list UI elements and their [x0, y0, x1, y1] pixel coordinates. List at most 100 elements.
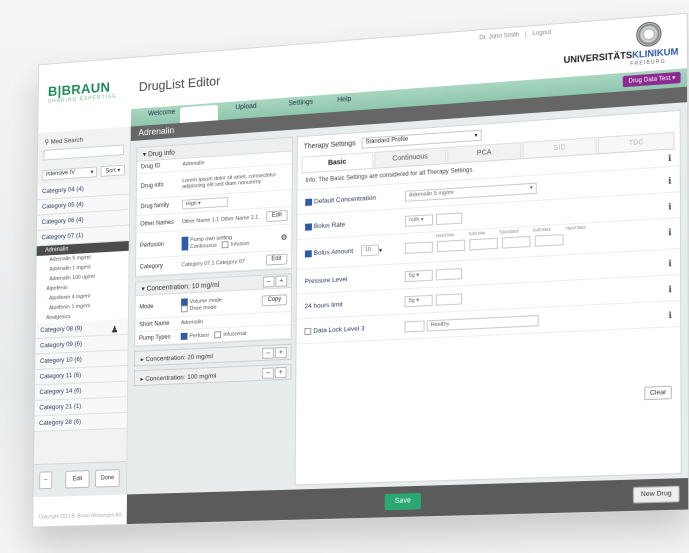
drug-family-select[interactable]: High ▾ [181, 196, 228, 210]
limit-input[interactable] [435, 292, 463, 306]
chevron-down-icon: ▾ [474, 132, 478, 139]
plus-icon[interactable]: + [275, 275, 288, 287]
chevron-down-icon: ▾ [142, 151, 147, 159]
category-label: Category 08 (9) [40, 325, 83, 334]
checkbox-checked[interactable] [305, 222, 312, 231]
drug-info-title: Drug info [147, 149, 175, 159]
new-drug-button[interactable]: New Drug [632, 485, 680, 504]
field-label: Drug family [140, 202, 170, 211]
option-label: Infusomat [223, 330, 247, 338]
soft-max-input[interactable] [501, 235, 531, 249]
minus-icon[interactable]: – [262, 347, 275, 359]
checkbox-checked[interactable] [304, 250, 312, 258]
therapy-settings-panel: Therapy Settings Standard Profile ▾ Basic… [294, 109, 682, 486]
col-header: Hard Max [565, 224, 586, 231]
edit-button[interactable]: Edit [65, 470, 90, 489]
gear-icon[interactable]: ⚙ [280, 233, 287, 242]
field-label: Drug info [140, 181, 164, 190]
chevron-down-icon: ▾ [529, 184, 533, 191]
hard-min-input[interactable] [404, 241, 433, 255]
list-select[interactable]: Intensive IV ▾ [42, 166, 98, 181]
lock-code-input[interactable] [404, 319, 425, 332]
therapy-label: Therapy Settings [303, 139, 356, 151]
pump-options: Perfusor Infusomat [180, 328, 287, 340]
soft-min-input[interactable] [436, 239, 466, 253]
separator: | [525, 31, 527, 38]
app-title: DrugList Editor [138, 73, 221, 95]
user-name[interactable]: Dr. John Smith [479, 32, 519, 41]
minus-icon[interactable]: – [262, 276, 275, 288]
edit-category-button[interactable]: Edit [265, 253, 288, 266]
university-city: FREIBURG [630, 58, 666, 68]
done-button[interactable]: Done [95, 469, 120, 488]
bolus-amount-input[interactable]: 10 [360, 244, 379, 257]
drug-family-value: High [185, 200, 197, 208]
edit-names-button[interactable]: Edit [265, 209, 288, 223]
checkbox-checked[interactable] [180, 332, 188, 340]
category-item[interactable]: Category 28 (6) [34, 412, 127, 433]
remove-button[interactable]: – [39, 471, 53, 490]
checkbox-unchecked[interactable] [214, 331, 222, 339]
field-label: Other Names [140, 219, 174, 228]
col-header: Standard [499, 228, 519, 235]
app-window: B|BRAUN SHARING EXPERTISE DrugList Edito… [32, 12, 689, 528]
chevron-right-icon: ▸ [140, 356, 144, 364]
clear-button[interactable]: Clear [644, 385, 672, 401]
tab-settings[interactable]: Settings [288, 99, 313, 108]
field-value[interactable]: Adrenalin [181, 315, 287, 326]
option-label: Infusion [230, 240, 250, 248]
tab-help[interactable]: Help [337, 96, 351, 104]
col-header: Soft Max [532, 226, 551, 233]
plus-icon[interactable]: + [274, 366, 287, 379]
field-label: Perfusion [139, 241, 164, 249]
conc-controls: – + [261, 366, 287, 379]
university-logo: UNIVERSITÄTSKLINIKUM FREIBURG [555, 20, 678, 70]
chevron-down-icon: ▾ [672, 75, 676, 82]
setting-label: Bolus Amount [313, 247, 354, 258]
hard-max-input[interactable] [534, 234, 564, 247]
plus-icon[interactable]: + [274, 346, 287, 359]
bolus-rate-input[interactable] [435, 211, 463, 225]
chevron-down-icon: ▾ [378, 246, 383, 254]
lock-name-input[interactable]: Healthy [426, 314, 539, 331]
drug-data-dropdown[interactable]: Drug Data Test ▾ [623, 71, 681, 88]
info-icon[interactable]: i [668, 258, 671, 269]
conc-controls: – + [262, 275, 288, 288]
checkbox-unchecked[interactable] [222, 240, 229, 248]
limit-select[interactable]: 5g ▾ [404, 294, 433, 307]
sort-label: Sort [105, 168, 116, 175]
checkbox-unchecked[interactable] [304, 327, 312, 335]
unit-select[interactable]: ml/h ▾ [404, 213, 434, 227]
user-area: Dr. John Smith | Logout [475, 30, 551, 42]
pressure-input[interactable] [435, 267, 463, 281]
select-value: 5g [408, 297, 415, 304]
info-icon[interactable]: i [668, 175, 671, 186]
concentration-collapsed[interactable]: ▸ Concentration: 20 mg/ml – + [134, 343, 292, 367]
field-value[interactable]: Lorem ipsum dolor sit amet, consectetur … [182, 171, 288, 190]
copyright-text: Copyright 2013 B. Braun Melsungen AG [38, 512, 123, 521]
list-select-value: Intensive IV [45, 169, 75, 178]
uni-name-part-a: UNIVERSITÄTS [563, 49, 633, 66]
info-icon[interactable]: i [668, 310, 671, 321]
tab-welcome[interactable]: Welcome [148, 109, 175, 118]
concentration-collapsed[interactable]: ▸ Concentration: 100 mg/ml – + [133, 363, 292, 387]
checkbox-checked[interactable] [305, 198, 313, 206]
info-icon[interactable]: i [668, 153, 671, 164]
profile-value: Standard Profile [365, 136, 409, 146]
copy-button[interactable]: Copy [261, 294, 288, 307]
checkbox-checked[interactable] [181, 242, 189, 251]
info-icon[interactable]: i [668, 227, 671, 238]
sort-button[interactable]: Sort ▾ [100, 164, 125, 177]
info-icon[interactable]: i [668, 284, 671, 295]
logout-link[interactable]: Logout [532, 30, 551, 38]
info-icon[interactable]: i [668, 201, 671, 212]
tab-upload[interactable]: Upload [235, 103, 256, 111]
pressure-select[interactable]: 5g ▾ [404, 269, 433, 282]
standard-input[interactable] [469, 237, 498, 251]
checkbox-unchecked[interactable] [180, 304, 188, 312]
uni-name-part-b: KLINIKUM [632, 46, 679, 61]
minus-icon[interactable]: – [262, 367, 274, 379]
save-button[interactable]: Save [384, 492, 421, 511]
setting-label: Default Concentration [314, 194, 377, 205]
default-concentration-select[interactable]: Adrenalin 5 mg/ml ▾ [404, 182, 537, 202]
